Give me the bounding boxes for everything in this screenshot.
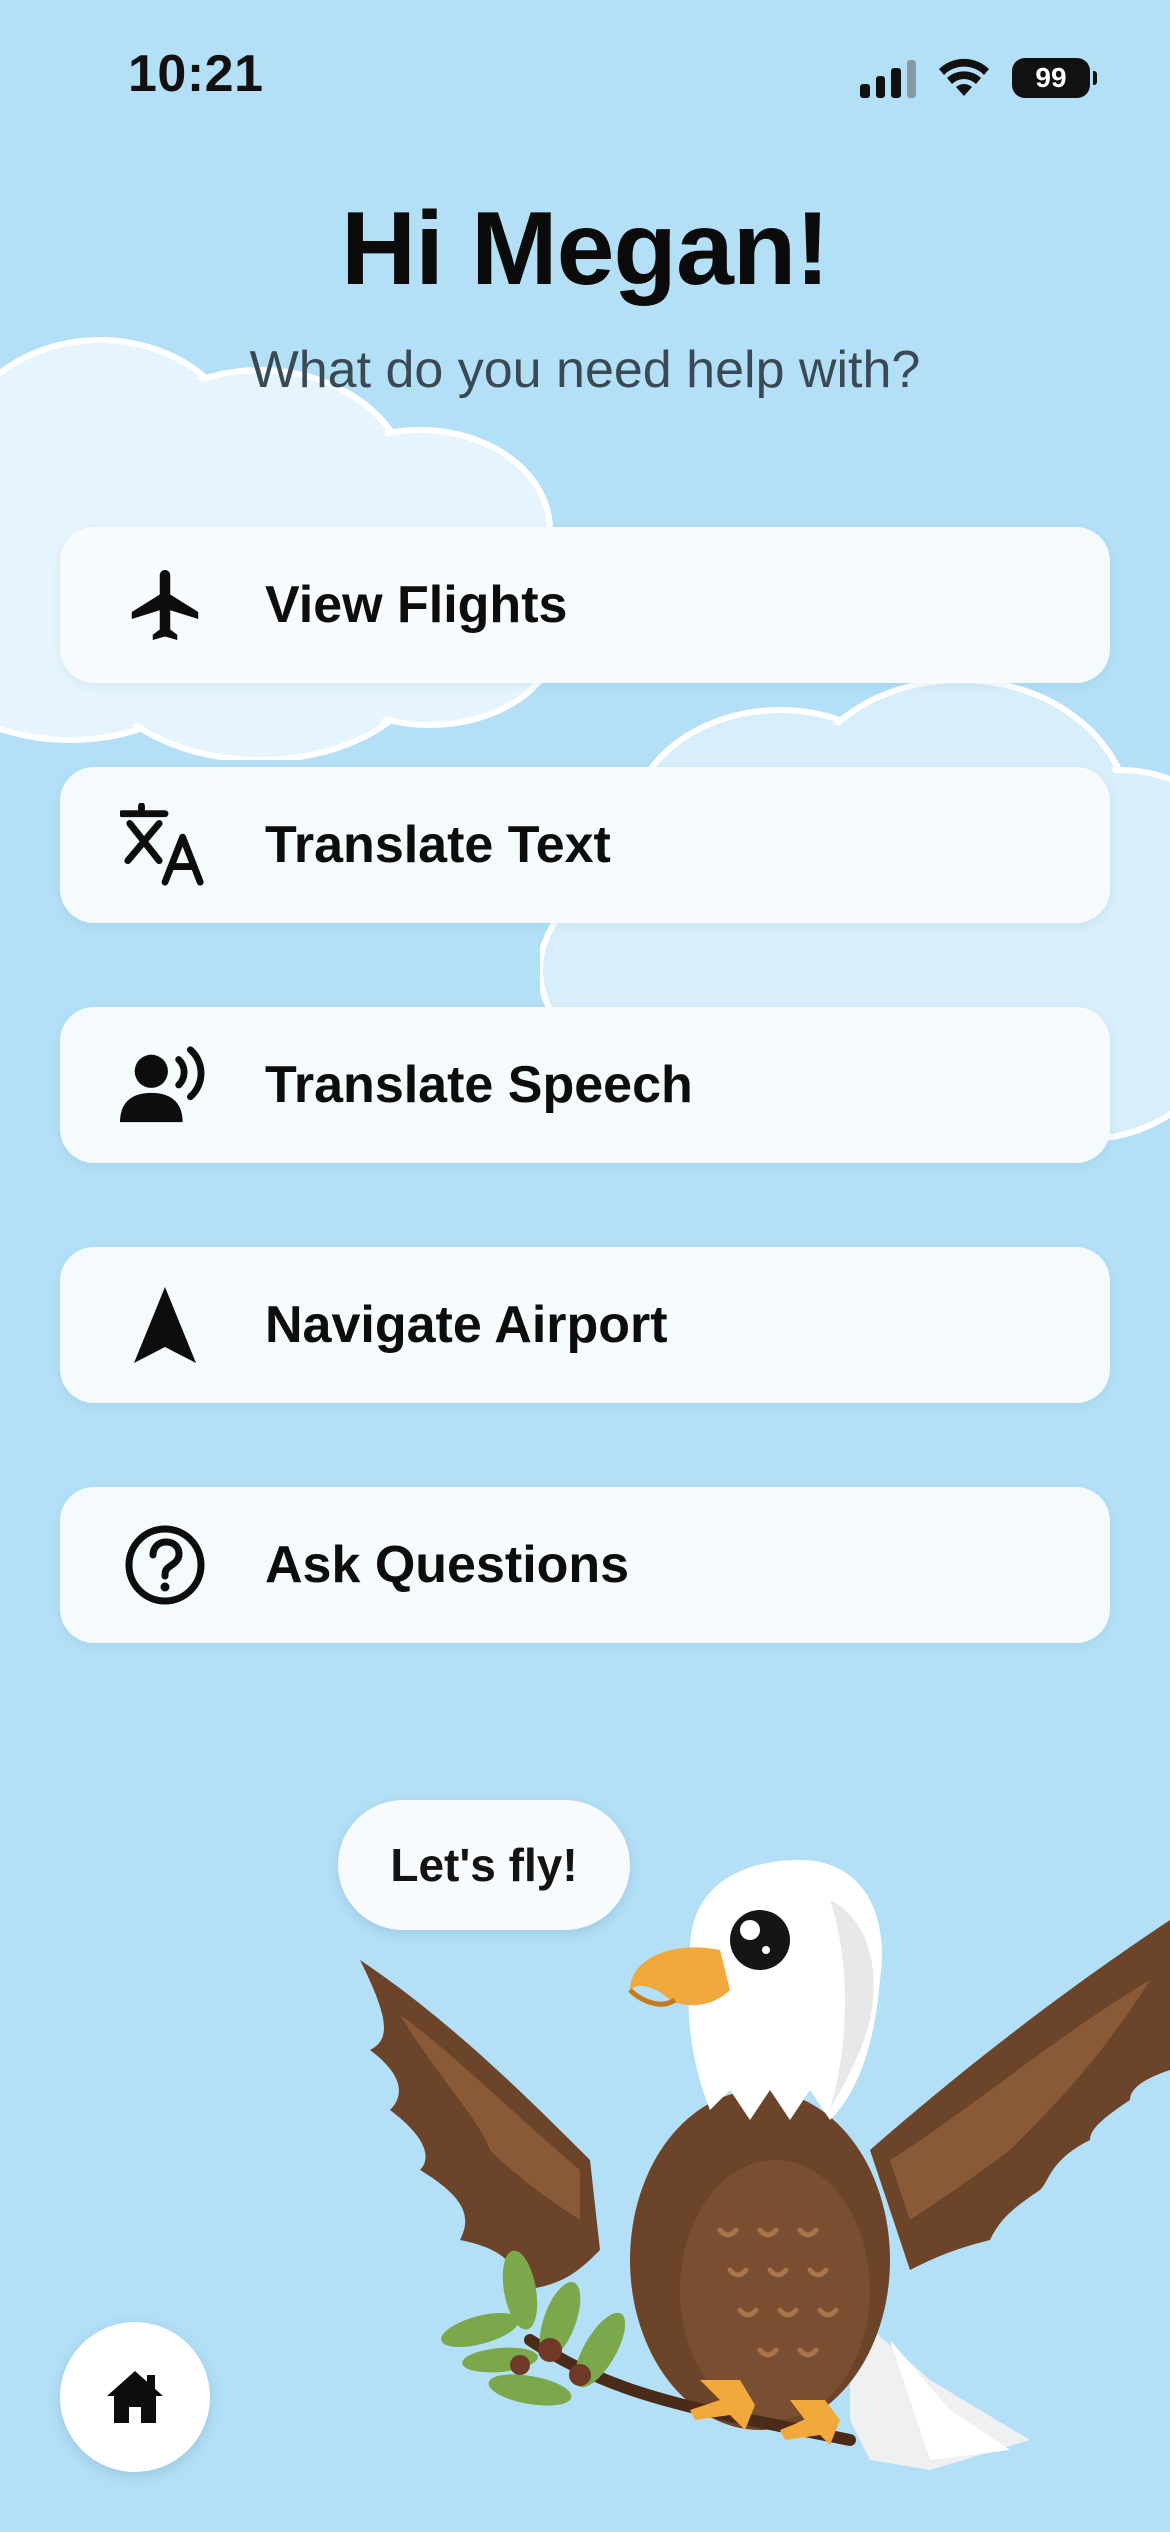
navigation-arrow-icon xyxy=(120,1285,210,1365)
view-flights-button[interactable]: View Flights xyxy=(60,527,1110,683)
translate-icon xyxy=(120,803,210,886)
greeting-title: Hi Megan! xyxy=(341,191,830,307)
translate-text-label: Translate Text xyxy=(265,816,611,874)
status-time: 10:21 xyxy=(128,45,264,103)
speaking-person-icon xyxy=(120,1045,210,1125)
wifi-icon xyxy=(939,58,989,96)
battery-icon: 99 xyxy=(1012,58,1097,98)
greeting-subtitle: What do you need help with? xyxy=(249,341,921,399)
navigate-airport-label: Navigate Airport xyxy=(265,1296,668,1354)
status-icons: 99 xyxy=(860,56,1097,100)
ask-questions-button[interactable]: Ask Questions xyxy=(60,1487,1110,1643)
airplane-icon xyxy=(120,565,210,645)
translate-speech-button[interactable]: Translate Speech xyxy=(60,1007,1110,1163)
navigate-airport-button[interactable]: Navigate Airport xyxy=(60,1247,1110,1403)
mascot-speech-bubble: Let's fly! xyxy=(338,1800,630,1930)
view-flights-label: View Flights xyxy=(265,576,568,634)
translate-speech-label: Translate Speech xyxy=(265,1056,693,1114)
ask-questions-label: Ask Questions xyxy=(265,1536,630,1594)
cellular-signal-icon xyxy=(860,58,916,98)
translate-text-button[interactable]: Translate Text xyxy=(60,767,1110,923)
home-icon xyxy=(107,2371,163,2423)
home-screen: 10:21 99 Hi Megan! What do you need help… xyxy=(0,0,1170,2532)
battery-level: 99 xyxy=(1035,62,1067,93)
status-bar: 10:21 99 xyxy=(0,0,1170,150)
home-button[interactable] xyxy=(60,2322,210,2472)
question-circle-icon xyxy=(120,1525,210,1605)
